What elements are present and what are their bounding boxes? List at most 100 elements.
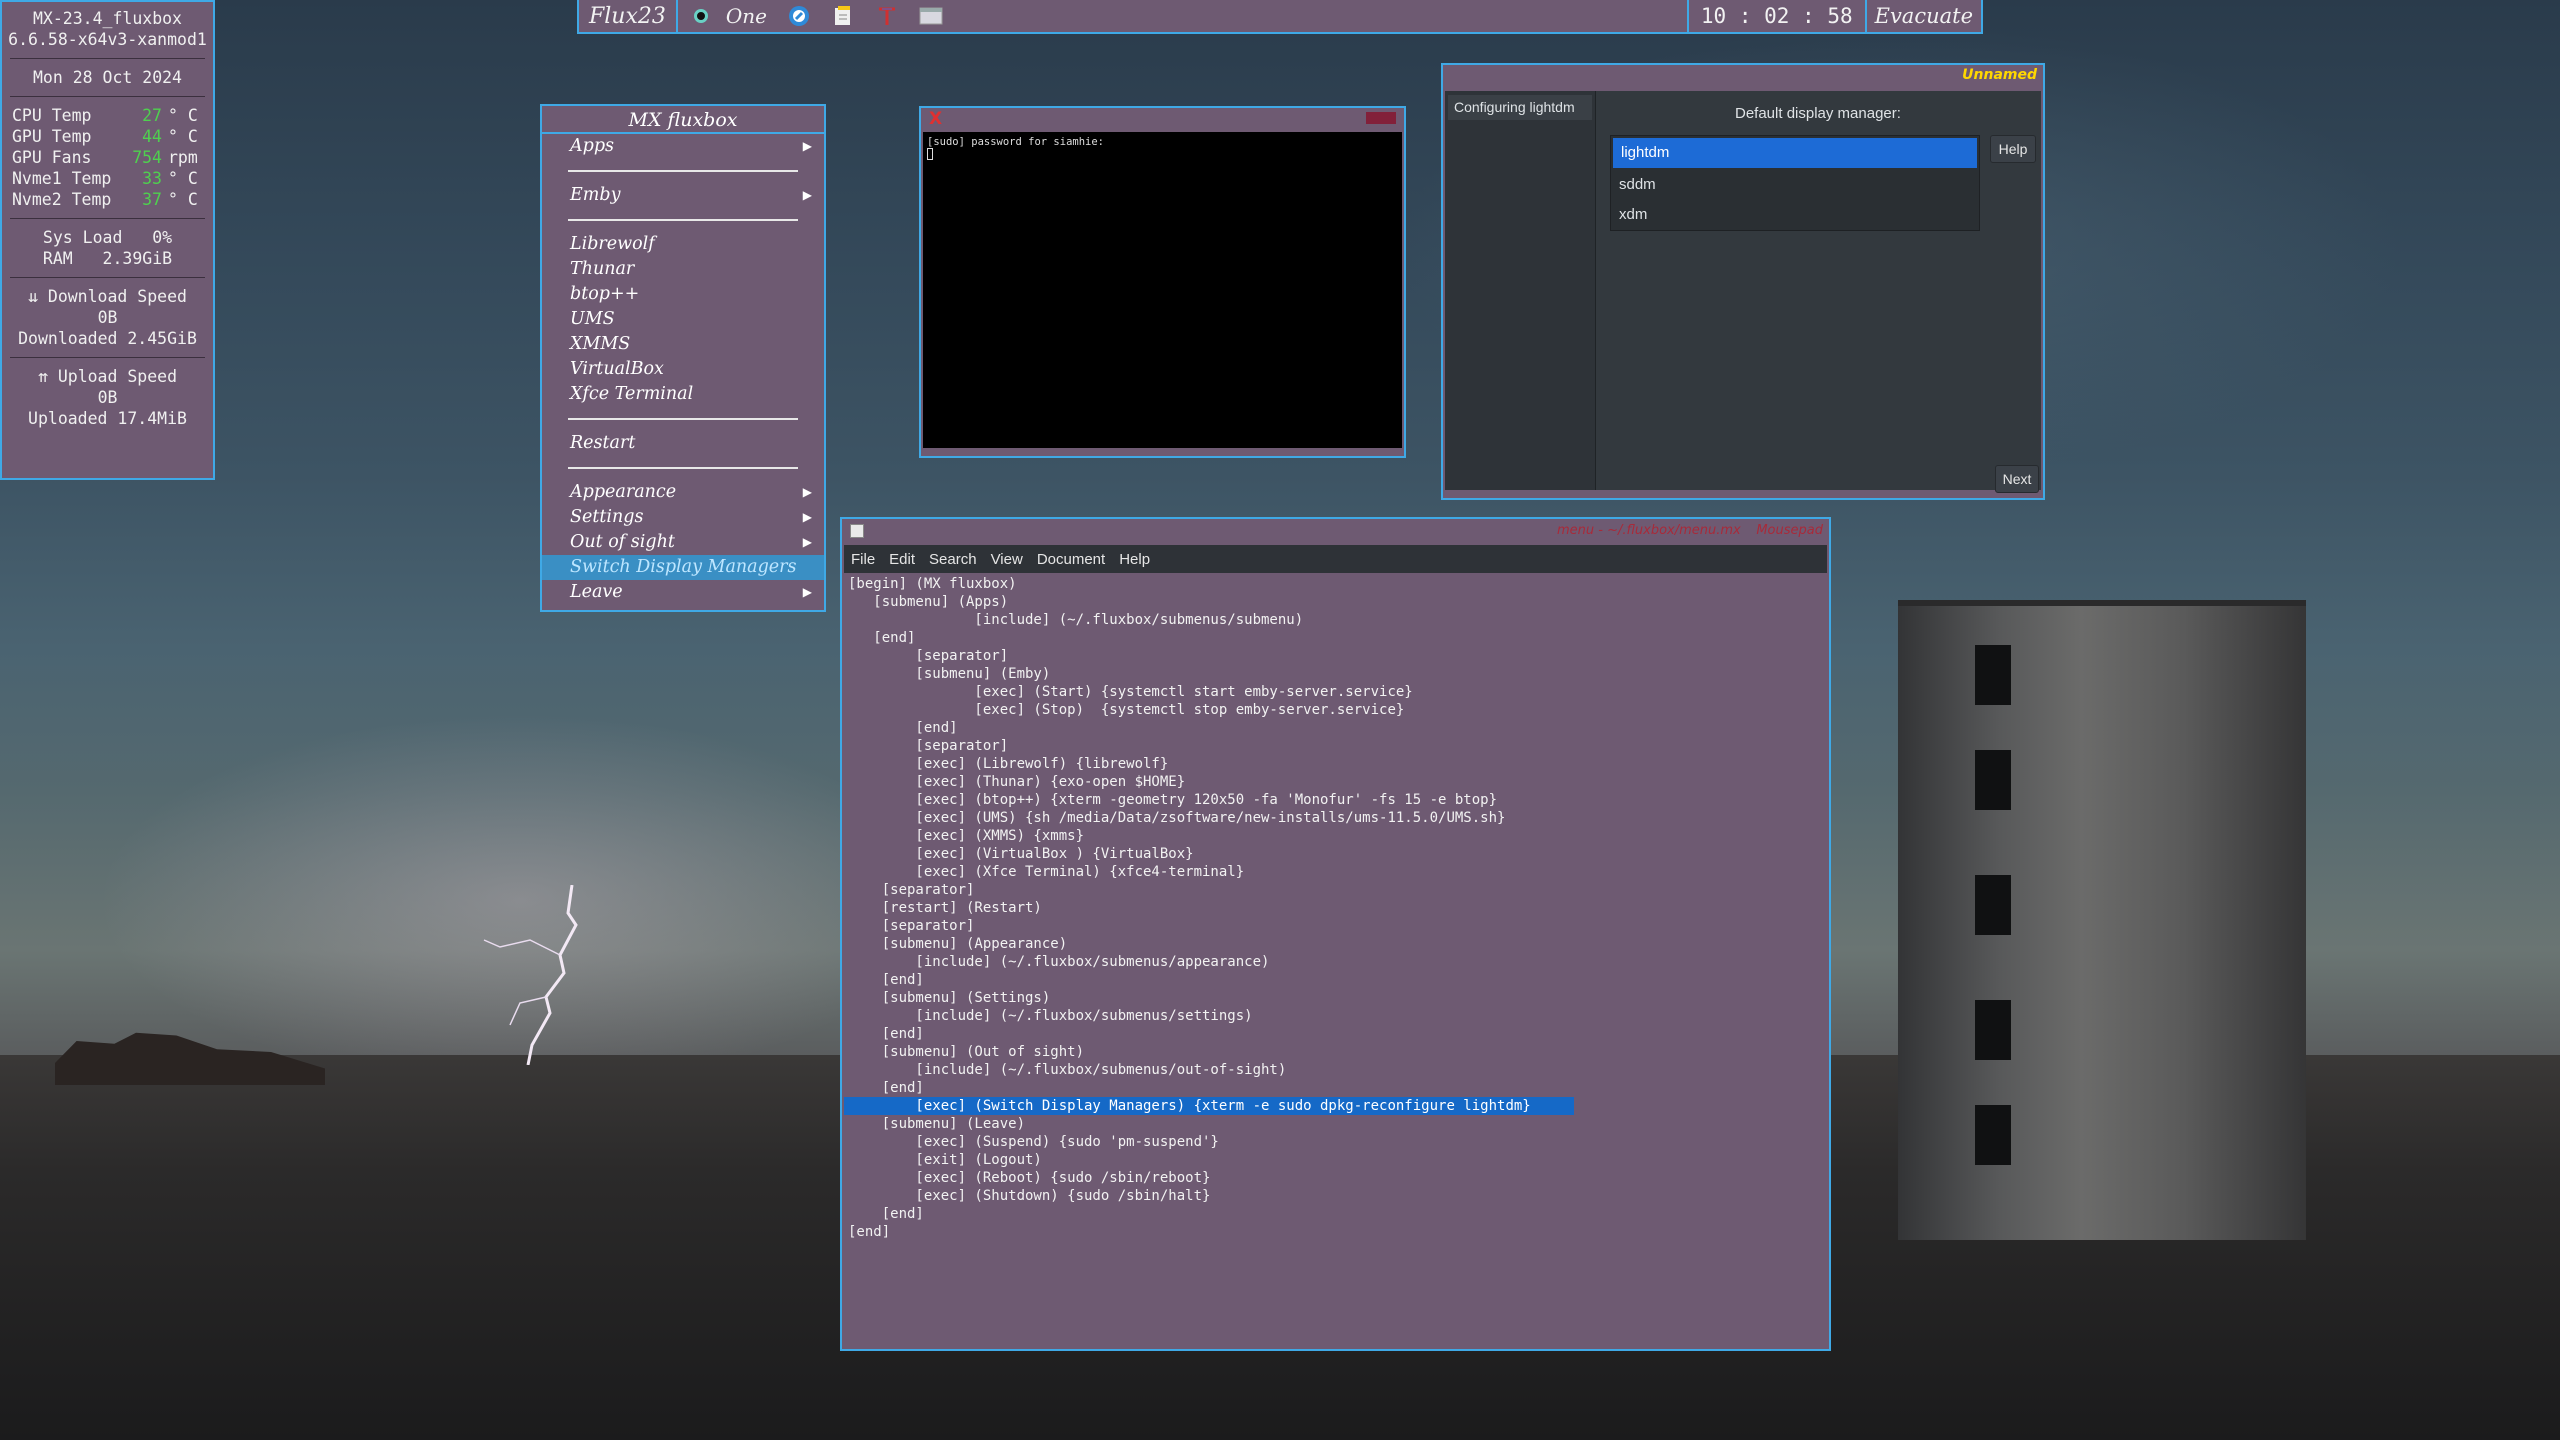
submenu-arrow-icon: ▶ [802,139,812,153]
terminal-output[interactable]: [sudo] password for siamhie: [923,132,1402,448]
code-line[interactable]: [submenu] (Out of sight) [844,1043,1827,1061]
code-line[interactable]: [submenu] (Leave) [844,1115,1827,1133]
tab-one[interactable]: One [726,4,767,28]
selected-line[interactable]: [exec] (Switch Display Managers) {xterm … [844,1097,1574,1115]
code-line[interactable]: [exec] (Start) {systemctl start emby-ser… [844,683,1827,701]
temp-label: CPU Temp [12,106,92,125]
menu-item-btop[interactable]: btop++ [542,282,824,307]
code-line[interactable]: [end] [844,1025,1827,1043]
wallpaper-lightning [483,885,578,1065]
code-line[interactable]: [exec] (UMS) {sh /media/Data/zsoftware/n… [844,809,1827,827]
code-line[interactable]: [include] (~/.fluxbox/submenus/settings) [844,1007,1827,1025]
code-line[interactable]: [exit] (Logout) [844,1151,1827,1169]
option-xdm[interactable]: xdm [1611,200,1979,230]
menu-item-thunar[interactable]: Thunar [542,257,824,282]
menu-separator [542,407,824,431]
menu-document[interactable]: Document [1030,551,1112,568]
menu-view[interactable]: View [984,551,1030,568]
code-line[interactable]: [submenu] (Appearance) [844,935,1827,953]
xterm-window[interactable]: X [sudo] password for siamhie: [919,106,1406,458]
dialog-title: Unnamed [1962,67,2037,83]
code-line[interactable]: [exec] (Xfce Terminal) {xfce4-terminal} [844,863,1827,881]
kernel-version: 6.6.58-x64v3-xanmod1 [8,30,207,49]
menu-item-settings[interactable]: Settings ▶ [542,505,824,530]
menu-search[interactable]: Search [922,551,984,568]
code-line[interactable]: [exec] (Librewolf) {librewolf} [844,755,1827,773]
terminal-icon[interactable] [875,4,899,28]
menu-item-appearance[interactable]: Appearance ▶ [542,480,824,505]
conky-monitor: MX-23.4_fluxbox 6.6.58-x64v3-xanmod1 Mon… [0,0,215,480]
code-line[interactable]: [exec] (btop++) {xterm -geometry 120x50 … [844,791,1827,809]
temp-unit: ° C [168,169,198,188]
code-line[interactable]: [begin] (MX fluxbox) [844,575,1827,593]
menu-help[interactable]: Help [1112,551,1157,568]
code-line[interactable]: [exec] (Suspend) {sudo 'pm-suspend'} [844,1133,1827,1151]
menu-edit[interactable]: Edit [882,551,922,568]
code-line[interactable]: [separator] [844,737,1827,755]
code-line[interactable]: [exec] (Shutdown) {sudo /sbin/halt} [844,1187,1827,1205]
mousepad-icon [850,524,864,538]
code-line[interactable]: [end] [844,1223,1827,1241]
menu-file[interactable]: File [844,551,882,568]
menu-item-virtualbox[interactable]: VirtualBox [542,357,824,382]
option-sddm[interactable]: sddm [1611,170,1979,200]
hostname: MX-23.4_fluxbox [32,9,182,28]
menu-item-emby[interactable]: Emby ▶ [542,183,824,208]
ram-usage: RAM 2.39GiB [42,249,173,268]
text-editor-icon[interactable] [831,4,855,28]
code-line[interactable]: [exec] (Stop) {systemctl stop emby-serve… [844,701,1827,719]
help-button[interactable]: Help [1990,135,2036,163]
workspace-name[interactable]: Flux23 [579,0,678,32]
temp-unit: ° C [168,190,198,209]
code-line[interactable]: [submenu] (Settings) [844,989,1827,1007]
code-line[interactable]: [separator] [844,917,1827,935]
display-manager-list[interactable]: lightdm sddm xdm [1610,135,1980,231]
exit-button[interactable]: Evacuate [1864,0,1981,32]
code-line[interactable]: [include] (~/.fluxbox/submenus/submenu) [844,611,1827,629]
debconf-dialog[interactable]: Unnamed Configuring lightdm Default disp… [1441,63,2045,500]
option-lightdm[interactable]: lightdm [1613,138,1977,168]
window-icon[interactable] [919,4,943,28]
browser-icon[interactable] [787,4,811,28]
dialog-titlebar[interactable]: Unnamed [1443,65,2043,89]
submenu-arrow-icon: ▶ [802,485,812,499]
xterm-titlebar[interactable]: X [921,108,1404,132]
editor-text-area[interactable]: [begin] (MX fluxbox) [submenu] (Apps) [i… [844,573,1827,1341]
menu-item-out-of-sight[interactable]: Out of sight ▶ [542,530,824,555]
menu-item-switch-display-managers[interactable]: Switch Display Managers [542,555,824,580]
code-line[interactable]: [exec] (Reboot) {sudo /sbin/reboot} [844,1169,1827,1187]
menu-item-apps[interactable]: Apps ▶ [542,134,824,159]
close-button[interactable] [1366,112,1396,124]
submenu-arrow-icon: ▶ [802,188,812,202]
menu-item-librewolf[interactable]: Librewolf [542,232,824,257]
code-line[interactable]: [restart] (Restart) [844,899,1827,917]
editor-titlebar[interactable]: menu - ~/.fluxbox/menu.mx Mousepad [842,519,1829,545]
code-line[interactable]: [exec] (XMMS) {xmms} [844,827,1827,845]
menu-item-label: Leave [570,582,623,602]
code-line[interactable]: [end] [844,971,1827,989]
mousepad-window[interactable]: menu - ~/.fluxbox/menu.mx Mousepad File … [840,517,1831,1351]
menu-item-xfce-terminal[interactable]: Xfce Terminal [542,382,824,407]
menu-separator [542,208,824,232]
menu-item-label: Out of sight [570,532,675,552]
code-line[interactable]: [submenu] (Apps) [844,593,1827,611]
next-button[interactable]: Next [1995,465,2039,493]
code-line[interactable]: [submenu] (Emby) [844,665,1827,683]
code-line[interactable]: [end] [844,1205,1827,1223]
menu-item-restart[interactable]: Restart [542,431,824,456]
code-line[interactable]: [exec] (Thunar) {exo-open $HOME} [844,773,1827,791]
code-line[interactable]: [include] (~/.fluxbox/submenus/appearanc… [844,953,1827,971]
dialog-question: Default display manager: [1735,105,1901,122]
menu-item-leave[interactable]: Leave ▶ [542,580,824,605]
menu-item-xmms[interactable]: XMMS [542,332,824,357]
workspace-indicator-icon[interactable] [693,9,708,23]
code-line[interactable]: [separator] [844,881,1827,899]
code-line[interactable]: [exec] (VirtualBox ) {VirtualBox} [844,845,1827,863]
code-line[interactable]: [end] [844,719,1827,737]
code-line[interactable]: [include] (~/.fluxbox/submenus/out-of-si… [844,1061,1827,1079]
code-line[interactable]: [end] [844,629,1827,647]
xterm-icon: X [929,109,943,129]
code-line[interactable]: [separator] [844,647,1827,665]
menu-item-ums[interactable]: UMS [542,307,824,332]
code-line[interactable]: [end] [844,1079,1827,1097]
